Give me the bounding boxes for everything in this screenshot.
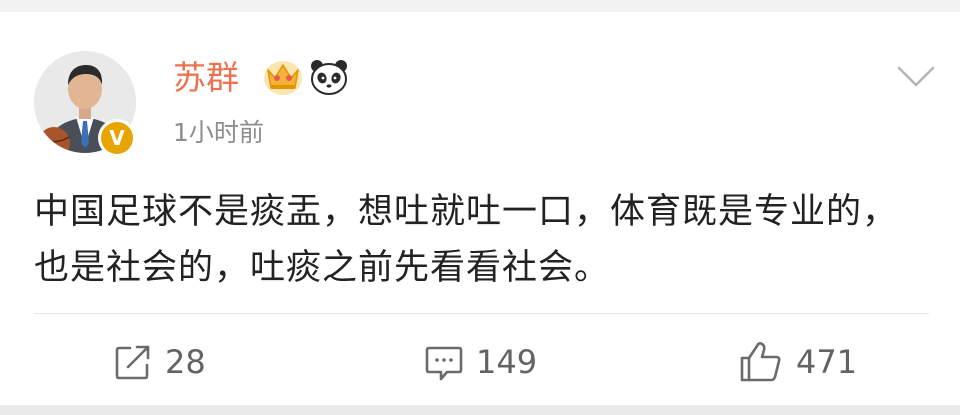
verified-badge: V xyxy=(98,119,136,157)
chevron-down-icon[interactable] xyxy=(896,64,936,90)
bottom-separator xyxy=(0,405,960,415)
comment-count: 149 xyxy=(476,343,538,381)
repost-count: 28 xyxy=(165,343,206,381)
comment-icon xyxy=(425,346,463,381)
crown-icon[interactable] xyxy=(263,58,303,96)
weibo-post-card: V 苏群 1小时前 中国足球不是痰盂，想吐就吐一口，体育既是专业的，也是社会的，… xyxy=(0,0,960,405)
author-name[interactable]: 苏群 xyxy=(173,58,239,98)
repost-button[interactable]: 28 xyxy=(113,338,206,386)
top-separator xyxy=(0,0,960,12)
like-button[interactable]: 471 xyxy=(738,338,857,386)
action-divider xyxy=(34,313,929,314)
panda-icon[interactable] xyxy=(309,57,349,97)
comment-button[interactable]: 149 xyxy=(424,338,537,386)
verified-v-icon: V xyxy=(101,122,133,154)
post-timestamp: 1小时前 xyxy=(173,118,264,147)
thumbs-up-icon xyxy=(740,342,781,382)
repost-icon xyxy=(115,345,150,380)
post-text: 中国足球不是痰盂，想吐就吐一口，体育既是专业的，也是社会的，吐痰之前先看看社会。 xyxy=(34,192,899,288)
like-count: 471 xyxy=(796,343,858,381)
